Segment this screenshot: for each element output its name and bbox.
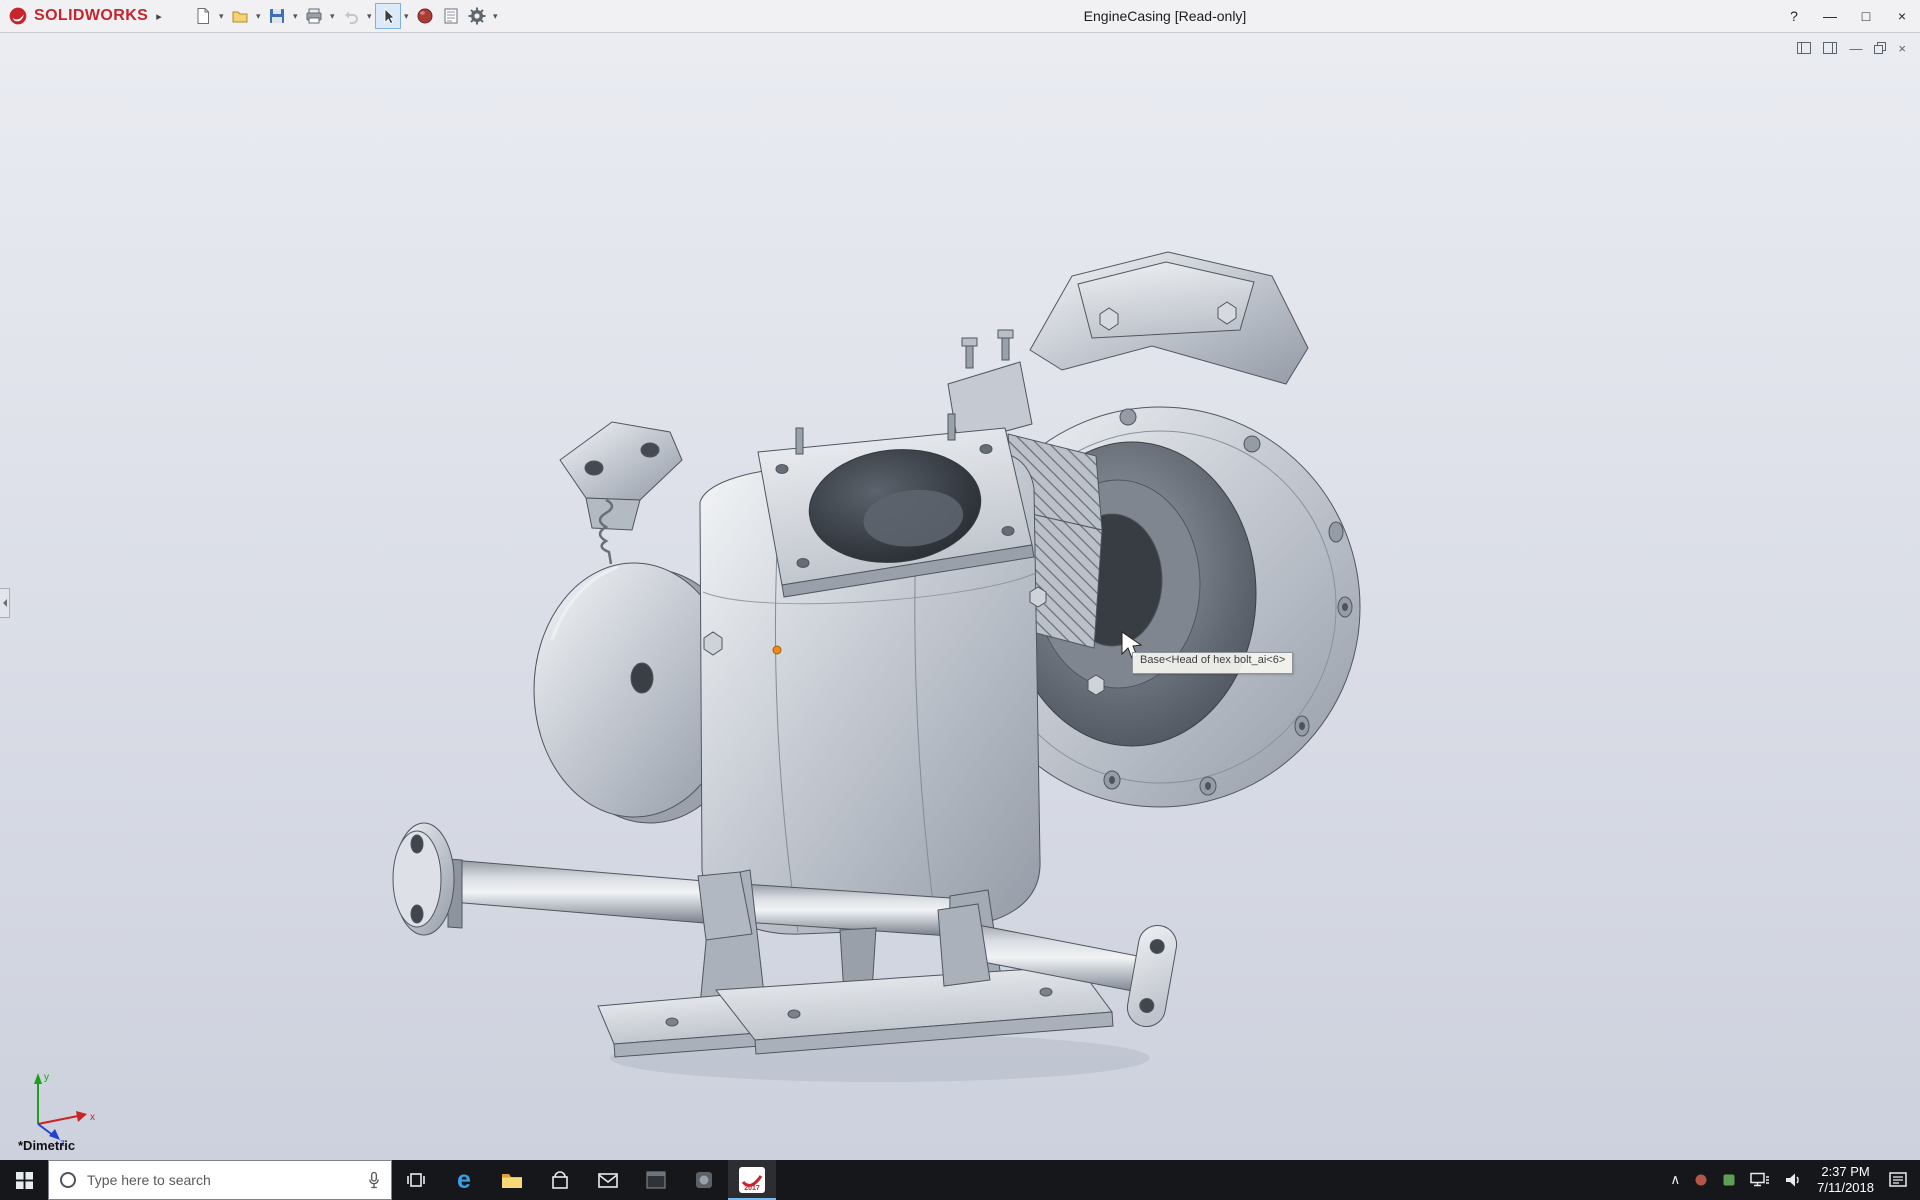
document-pane-right-button[interactable] [1823, 40, 1837, 56]
undo-icon [342, 7, 360, 25]
undo-caret[interactable]: ▾ [364, 11, 375, 22]
selection-point[interactable] [773, 646, 781, 654]
document-restore-button[interactable] [1874, 40, 1886, 56]
document-pane-left-button[interactable] [1797, 40, 1811, 56]
start-button[interactable] [0, 1160, 48, 1200]
select-caret[interactable]: ▾ [401, 11, 412, 22]
pane-right-icon [1823, 42, 1837, 54]
solidworks-logo: SOLIDWORKS [0, 6, 154, 26]
windows-logo-icon [16, 1172, 33, 1189]
save-button[interactable] [264, 3, 290, 29]
network-icon [1750, 1172, 1770, 1188]
restore-icon [1874, 42, 1886, 54]
title-bar: SOLIDWORKS ▸ ▾ ▾ [0, 0, 1920, 33]
upper-mount-bracket[interactable] [948, 330, 1032, 444]
file-properties-button[interactable] [438, 3, 464, 29]
dassault-swirl-icon [8, 6, 28, 26]
print-button[interactable] [301, 3, 327, 29]
options-button[interactable] [464, 3, 490, 29]
app-generic-icon [694, 1170, 714, 1190]
file-explorer-button[interactable] [488, 1160, 536, 1200]
volume-tray-button[interactable] [1777, 1160, 1809, 1200]
solidworks-app-icon: 2017 [739, 1167, 765, 1193]
cortana-icon [59, 1171, 77, 1189]
search-input[interactable] [85, 1171, 359, 1189]
folder-icon [501, 1171, 523, 1189]
action-center-button[interactable] [1882, 1160, 1914, 1200]
triad-y-label: y [44, 1072, 49, 1083]
taskbar: e [0, 1160, 1920, 1200]
store-button[interactable] [536, 1160, 584, 1200]
pane-left-icon [1797, 42, 1811, 54]
clock-time: 2:37 PM [1821, 1164, 1869, 1180]
new-document-icon [194, 7, 212, 25]
close-button[interactable]: × [1884, 0, 1920, 32]
minimize-button[interactable]: — [1812, 0, 1848, 32]
help-button[interactable]: ? [1776, 0, 1812, 32]
view-orientation-label: *Dimetric [18, 1138, 75, 1153]
maximize-button[interactable]: □ [1848, 0, 1884, 32]
appearance-button[interactable] [412, 3, 438, 29]
select-cursor-icon [379, 7, 397, 25]
action-center-icon [1889, 1171, 1907, 1189]
tray-app-icon-1[interactable] [1687, 1160, 1715, 1200]
component-tooltip: Base<Head of hex bolt_ai<6> [1132, 652, 1293, 674]
triad-x-label: x [90, 1112, 95, 1123]
solidworks-taskbar-button[interactable]: 2017 [728, 1160, 776, 1200]
engine-casing-model[interactable] [0, 32, 1920, 1160]
taskbar-search-box[interactable] [48, 1160, 392, 1200]
file-properties-icon [442, 7, 460, 25]
gear-icon [468, 7, 486, 25]
select-button[interactable] [375, 3, 401, 29]
app-window-icon [646, 1171, 666, 1189]
system-tray: ∧ 2:37 PM 7/11/2018 [1663, 1160, 1920, 1200]
graphics-viewport[interactable]: — × Base<Head of hex bolt_ai<6> y x z *D… [0, 32, 1920, 1160]
chevron-left-icon [2, 599, 8, 607]
undo-button[interactable] [338, 3, 364, 29]
mail-button[interactable] [584, 1160, 632, 1200]
edge-button[interactable]: e [440, 1160, 488, 1200]
save-caret[interactable]: ▾ [290, 11, 301, 22]
print-icon [305, 7, 323, 25]
store-bag-icon [551, 1170, 569, 1190]
orientation-triad: y x z [22, 1064, 106, 1148]
quick-access-toolbar: ▾ ▾ ▾ [190, 3, 501, 29]
housing-top-bracket[interactable] [1030, 252, 1308, 384]
print-caret[interactable]: ▾ [327, 11, 338, 22]
brand-text: SOLIDWORKS [34, 7, 148, 25]
edge-icon: e [457, 1168, 471, 1193]
app-generic-button[interactable] [680, 1160, 728, 1200]
open-folder-icon [231, 7, 249, 25]
left-mount-bracket[interactable] [560, 422, 682, 564]
open-button[interactable] [227, 3, 253, 29]
open-caret[interactable]: ▾ [253, 11, 264, 22]
appearance-sphere-icon [416, 7, 434, 25]
tray-app-icon-2[interactable] [1715, 1160, 1743, 1200]
speaker-icon [1784, 1172, 1802, 1188]
options-caret[interactable]: ▾ [490, 11, 501, 22]
featuremanager-flyout-tab[interactable] [0, 588, 10, 618]
window-title: EngineCasing [Read-only] [1020, 0, 1310, 32]
solidworks-version-badge: 2017 [739, 1185, 765, 1192]
app-window-button[interactable] [632, 1160, 680, 1200]
taskbar-clock[interactable]: 2:37 PM 7/11/2018 [1809, 1160, 1882, 1200]
document-minimize-button[interactable]: — [1849, 40, 1862, 56]
clock-date: 7/11/2018 [1817, 1180, 1874, 1196]
task-view-icon [406, 1170, 426, 1190]
left-axle-shaft[interactable] [393, 823, 716, 935]
mail-envelope-icon [598, 1173, 618, 1188]
network-tray-button[interactable] [1743, 1160, 1777, 1200]
new-document-button[interactable] [190, 3, 216, 29]
microphone-icon[interactable] [367, 1171, 381, 1189]
document-window-controls: — × [1797, 40, 1906, 56]
window-controls: ? — □ × [1776, 0, 1920, 32]
menu-expand-arrow[interactable]: ▸ [156, 10, 162, 23]
task-view-button[interactable] [392, 1160, 440, 1200]
new-document-caret[interactable]: ▾ [216, 11, 227, 22]
solidworks-window: SOLIDWORKS ▸ ▾ ▾ [0, 0, 1920, 1200]
tray-chevron-button[interactable]: ∧ [1663, 1160, 1687, 1200]
save-icon [268, 7, 286, 25]
document-close-button[interactable]: × [1898, 40, 1906, 56]
